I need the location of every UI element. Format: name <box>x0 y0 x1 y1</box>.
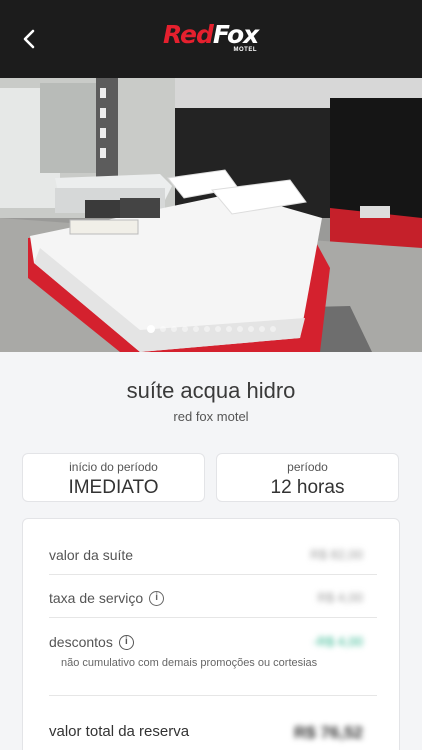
carousel-dot[interactable] <box>181 326 188 332</box>
info-icon[interactable]: i <box>149 590 165 606</box>
info-icon[interactable]: i <box>118 634 134 650</box>
suite-photo-carousel[interactable] <box>0 78 422 352</box>
carousel-dot[interactable] <box>247 326 254 332</box>
chevron-left-icon[interactable] <box>16 25 44 53</box>
carousel-dot[interactable] <box>146 325 155 333</box>
carousel-dot[interactable] <box>214 326 221 332</box>
carousel-dot[interactable] <box>203 326 210 332</box>
motel-name: red fox motel <box>173 409 249 424</box>
app-header: RedFox MOTEL <box>0 0 422 78</box>
suite-price-value: R$ 82,00 <box>310 547 363 562</box>
carousel-dot[interactable] <box>269 326 276 332</box>
total-label: valor total da reserva <box>49 723 190 740</box>
period-start-label: início do período <box>69 460 158 474</box>
discount-value: -R$ 4,00 <box>313 634 363 649</box>
price-summary: valor da suíte R$ 82,00 taxa de serviço … <box>22 518 400 750</box>
period-start-card[interactable]: início do período IMEDIATO <box>22 453 205 502</box>
discount-label: descontos <box>49 634 113 650</box>
divider <box>49 617 377 618</box>
carousel-dot[interactable] <box>170 326 177 332</box>
period-duration-value: 12 horas <box>270 477 345 498</box>
carousel-dot[interactable] <box>225 326 232 332</box>
divider <box>49 574 377 575</box>
suite-title: suíte acqua hidro <box>126 378 296 403</box>
period-start-value: IMEDIATO <box>68 477 159 498</box>
divider <box>49 695 377 696</box>
total-value: R$ 76,52 <box>294 723 363 742</box>
period-duration-label: período <box>287 460 328 474</box>
carousel-dots <box>0 325 422 333</box>
total-row: valor total da reserva R$ 76,52 <box>49 723 377 742</box>
service-fee-row: taxa de serviço i R$ 4,00 <box>49 590 377 606</box>
carousel-dot[interactable] <box>258 326 265 332</box>
carousel-dot[interactable] <box>236 326 243 332</box>
suite-bedroom-photo <box>0 78 422 352</box>
service-fee-label: taxa de serviço <box>49 590 144 606</box>
suite-price-label: valor da suíte <box>49 547 134 563</box>
service-fee-value: R$ 4,00 <box>317 590 363 605</box>
redfox-logo: RedFox MOTEL <box>163 20 259 54</box>
discount-row: descontos i -R$ 4,00 <box>49 634 377 650</box>
discount-note: não cumulativo com demais promoções ou c… <box>61 657 318 669</box>
carousel-dot[interactable] <box>159 326 166 332</box>
carousel-dot[interactable] <box>192 326 199 332</box>
period-duration-card[interactable]: período 12 horas <box>216 453 399 502</box>
suite-price-row: valor da suíte R$ 82,00 <box>49 547 377 563</box>
